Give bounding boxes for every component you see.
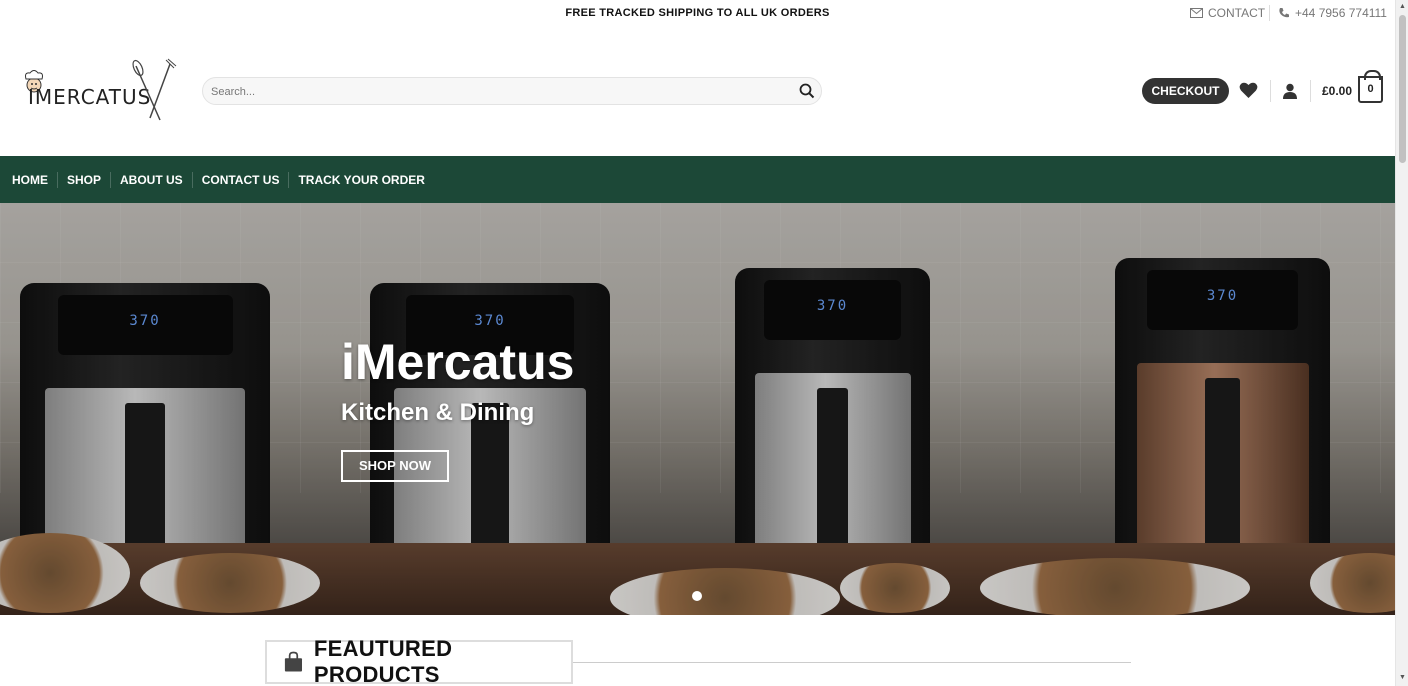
site-logo[interactable]: IMERCATUS — [18, 58, 178, 124]
section-divider-line — [573, 662, 1131, 663]
envelope-icon — [1190, 8, 1203, 18]
top-bar: FREE TRACKED SHIPPING TO ALL UK ORDERS C… — [0, 0, 1395, 26]
hero-subtitle: Kitchen & Dining — [341, 399, 535, 426]
header-divider — [1270, 80, 1271, 102]
page-scrollbar[interactable]: ▲ ▼ — [1395, 0, 1408, 686]
phone-number: +44 7956 774111 — [1295, 6, 1387, 20]
search-input[interactable] — [211, 82, 791, 102]
contact-link[interactable]: CONTACT — [1190, 6, 1265, 20]
featured-products-title: FEAUTURED PRODUCTS — [313, 636, 453, 686]
nav-item-home[interactable]: HOME — [12, 171, 58, 188]
shop-now-button[interactable]: SHOP NOW — [341, 450, 449, 482]
slider-dot[interactable] — [692, 591, 702, 601]
utensils-icon — [132, 58, 177, 121]
nav-item-contact-us[interactable]: CONTACT US — [202, 171, 290, 188]
heart-icon[interactable] — [1239, 82, 1258, 99]
hero-banner: 370 370 370 370 iMercatus Kitchen & Dini… — [0, 203, 1395, 615]
main-nav: HOME SHOP ABOUT US CONTACT US TRACK YOUR… — [0, 156, 1395, 203]
shipping-notice: FREE TRACKED SHIPPING TO ALL UK ORDERS — [565, 7, 830, 19]
cart-icon[interactable]: 0 — [1358, 70, 1383, 103]
scroll-up-arrow-icon[interactable]: ▲ — [1399, 3, 1406, 10]
search-bar — [202, 77, 822, 105]
contact-label: CONTACT — [1208, 6, 1266, 20]
page: FREE TRACKED SHIPPING TO ALL UK ORDERS C… — [0, 0, 1395, 686]
scroll-down-arrow-icon[interactable]: ▼ — [1399, 674, 1406, 681]
header-divider — [1310, 80, 1311, 102]
checkout-button[interactable]: CHECKOUT — [1142, 78, 1229, 104]
phone-icon — [1279, 8, 1289, 18]
nav-item-track-order[interactable]: TRACK YOUR ORDER — [298, 172, 433, 188]
topbar-divider — [1269, 5, 1270, 21]
search-icon[interactable] — [799, 83, 815, 99]
header: IMERCATUS CHECKOUT £0.00 0 — [0, 26, 1395, 156]
nav-item-about-us[interactable]: ABOUT US — [120, 171, 193, 188]
phone-link[interactable]: +44 7956 774111 — [1278, 6, 1387, 20]
cart-total[interactable]: £0.00 — [1322, 84, 1352, 98]
nav-item-shop[interactable]: SHOP — [67, 171, 112, 188]
cart-count: 0 — [1367, 83, 1374, 95]
shopping-bag-icon — [284, 651, 303, 672]
hero-title: iMercatus — [341, 334, 575, 390]
scrollbar-thumb[interactable] — [1399, 15, 1406, 163]
featured-products-heading: FEAUTURED PRODUCTS — [265, 636, 573, 686]
user-account-icon[interactable] — [1282, 83, 1298, 99]
